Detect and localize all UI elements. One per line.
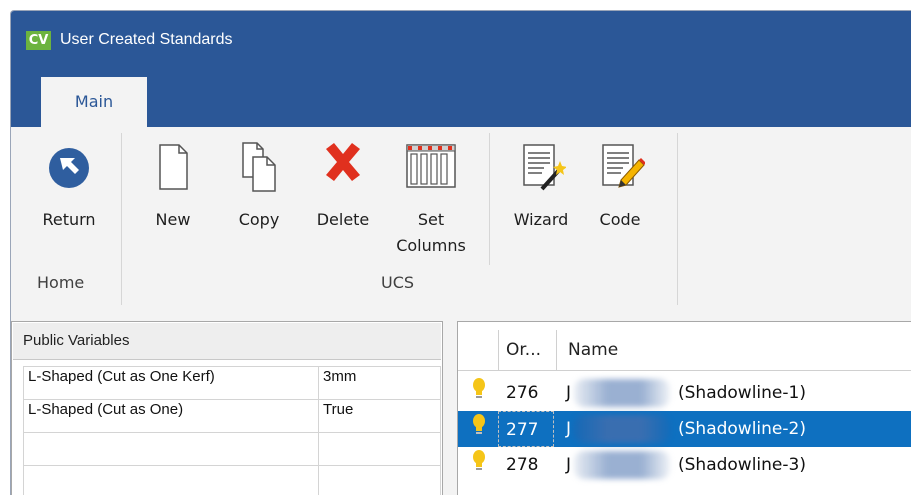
variable-value[interactable]: 3mm <box>319 367 441 400</box>
variable-name[interactable]: L-Shaped (Cut as One Kerf) <box>24 367 319 400</box>
app-logo: CV <box>26 31 51 50</box>
delete-label: Delete <box>317 210 370 229</box>
set-columns-icon <box>401 137 461 207</box>
wizard-label: Wizard <box>514 210 569 229</box>
column-header-name[interactable]: Name <box>568 330 618 370</box>
copy-icon <box>237 137 281 207</box>
table-row-selected[interactable]: 277 J (Shadowline-2) <box>458 411 911 447</box>
new-button[interactable]: New <box>143 137 203 233</box>
column-header-order[interactable]: Or... <box>506 330 557 370</box>
public-variables-header: Public Variables <box>13 323 441 360</box>
title-bar: CV User Created Standards Main <box>11 11 911 127</box>
return-arrow-icon <box>47 137 91 207</box>
tab-main[interactable]: Main <box>41 77 147 128</box>
ribbon-separator <box>677 133 678 305</box>
table-row[interactable]: 276 J (Shadowline-1) <box>458 375 911 411</box>
wizard-wand-icon <box>516 137 566 207</box>
public-variables-panel: Public Variables L-Shaped (Cut as One Ke… <box>11 321 443 495</box>
ribbon: Return Home New Copy <box>11 127 911 305</box>
return-button[interactable]: Return <box>29 137 109 233</box>
public-variables-table: L-Shaped (Cut as One Kerf) 3mm L-Shaped … <box>23 366 441 495</box>
group-label-home: Home <box>37 273 84 292</box>
redacted-text <box>574 379 670 407</box>
table-row[interactable]: L-Shaped (Cut as One) True <box>24 400 441 433</box>
ribbon-separator <box>121 133 122 305</box>
delete-button[interactable]: Delete <box>303 137 383 233</box>
copy-label: Copy <box>239 210 280 229</box>
new-document-icon <box>151 137 195 207</box>
row-order[interactable]: 277 <box>498 411 554 447</box>
ribbon-separator <box>489 133 490 265</box>
redacted-text <box>574 415 670 443</box>
code-label: Code <box>600 210 641 229</box>
row-name: (Shadowline-3) <box>678 447 806 483</box>
group-label-ucs: UCS <box>381 273 414 292</box>
variable-value[interactable] <box>319 466 441 495</box>
app-window: CV User Created Standards Main Return Ho… <box>10 10 911 495</box>
lightbulb-icon <box>472 413 486 439</box>
variable-value[interactable]: True <box>319 400 441 433</box>
lightbulb-icon <box>472 377 486 403</box>
row-name: (Shadowline-1) <box>678 375 806 411</box>
copy-button[interactable]: Copy <box>229 137 289 233</box>
grid-header: Or... Name <box>458 330 911 371</box>
return-label: Return <box>42 210 95 229</box>
set-columns-button[interactable]: Set Columns <box>389 137 473 259</box>
column-header-icon[interactable] <box>458 330 499 370</box>
window-title: User Created Standards <box>60 28 233 52</box>
variable-value[interactable] <box>319 433 441 466</box>
row-name-prefix: J <box>566 411 571 447</box>
lightbulb-icon <box>472 449 486 475</box>
row-order: 278 <box>506 447 538 483</box>
standards-grid: Or... Name 276 J (Shadowline-1) 277 J (S <box>457 321 911 495</box>
code-pencil-icon <box>595 137 645 207</box>
new-label: New <box>156 210 191 229</box>
wizard-button[interactable]: Wizard <box>505 137 577 233</box>
table-row[interactable] <box>24 433 441 466</box>
variable-name[interactable] <box>24 433 319 466</box>
variable-name[interactable] <box>24 466 319 495</box>
variable-name[interactable]: L-Shaped (Cut as One) <box>24 400 319 433</box>
row-order: 276 <box>506 375 538 411</box>
delete-x-icon <box>318 137 368 207</box>
row-name: (Shadowline-2) <box>678 411 806 447</box>
set-columns-label-line2: Columns <box>396 236 466 255</box>
table-row[interactable]: L-Shaped (Cut as One Kerf) 3mm <box>24 367 441 400</box>
code-button[interactable]: Code <box>589 137 651 233</box>
table-row[interactable]: 278 J (Shadowline-3) <box>458 447 911 483</box>
redacted-text <box>574 451 670 479</box>
row-name-prefix: J <box>566 447 571 483</box>
set-columns-label-line1: Set <box>418 210 444 229</box>
row-name-prefix: J <box>566 375 571 411</box>
table-row[interactable] <box>24 466 441 495</box>
